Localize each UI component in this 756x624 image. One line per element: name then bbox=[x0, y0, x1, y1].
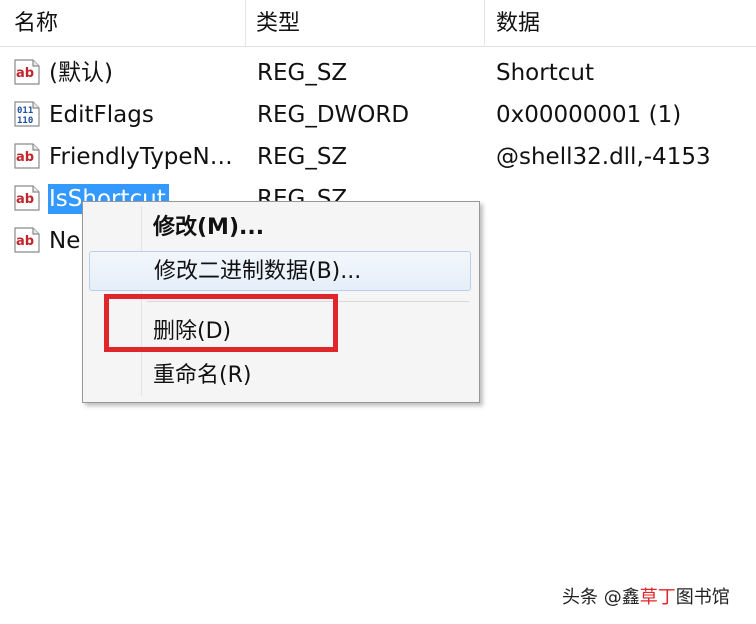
string-value-icon: ab bbox=[12, 142, 42, 170]
watermark-accent: 草丁 bbox=[639, 587, 676, 608]
svg-text:011: 011 bbox=[17, 106, 33, 116]
value-type: REG_DWORD bbox=[257, 102, 410, 128]
list-item[interactable]: 011 110 EditFlags REG_DWORD 0x00000001 (… bbox=[0, 94, 756, 136]
string-value-icon: ab bbox=[12, 226, 42, 254]
menu-item-modify-binary[interactable]: 修改二进制数据(B)... bbox=[89, 251, 471, 291]
string-value-icon: ab bbox=[12, 184, 42, 212]
menu-item-label: 修改(M)... bbox=[153, 215, 265, 240]
value-data: Shortcut bbox=[496, 60, 594, 86]
watermark: 头条 @鑫草丁图书馆 bbox=[562, 586, 730, 610]
value-data: @shell32.dll,-4153 bbox=[496, 144, 711, 170]
svg-text:ab: ab bbox=[16, 192, 34, 207]
column-divider[interactable] bbox=[484, 0, 485, 46]
annotation-highlight-box bbox=[104, 294, 338, 352]
watermark-prefix: 头条 @鑫 bbox=[562, 587, 640, 608]
menu-item-label: 修改二进制数据(B)... bbox=[154, 259, 362, 284]
svg-text:ab: ab bbox=[16, 234, 34, 249]
value-name: Ne bbox=[49, 228, 81, 254]
value-name: EditFlags bbox=[49, 102, 154, 128]
value-name: FriendlyTypeN… bbox=[49, 144, 233, 170]
column-header-data[interactable]: 数据 bbox=[496, 10, 540, 38]
value-name: (默认) bbox=[49, 60, 113, 86]
list-header: 名称 类型 数据 bbox=[0, 0, 756, 47]
watermark-suffix: 图书馆 bbox=[675, 587, 730, 608]
menu-item-rename[interactable]: 重命名(R) bbox=[89, 356, 471, 396]
list-item[interactable]: ab FriendlyTypeN… REG_SZ @shell32.dll,-4… bbox=[0, 136, 756, 178]
value-data: 0x00000001 (1) bbox=[496, 102, 682, 128]
value-type: REG_SZ bbox=[257, 144, 348, 170]
string-value-icon: ab bbox=[12, 58, 42, 86]
svg-text:ab: ab bbox=[16, 150, 34, 165]
binary-value-icon: 011 110 bbox=[12, 100, 42, 128]
column-header-name[interactable]: 名称 bbox=[14, 10, 58, 38]
column-header-type[interactable]: 类型 bbox=[256, 10, 300, 38]
svg-text:ab: ab bbox=[16, 66, 34, 81]
menu-item-modify[interactable]: 修改(M)... bbox=[89, 208, 471, 248]
svg-text:110: 110 bbox=[17, 116, 33, 126]
column-divider[interactable] bbox=[245, 0, 246, 46]
menu-item-label: 重命名(R) bbox=[153, 363, 252, 388]
value-type: REG_SZ bbox=[257, 60, 348, 86]
list-item[interactable]: ab (默认) REG_SZ Shortcut bbox=[0, 52, 756, 94]
